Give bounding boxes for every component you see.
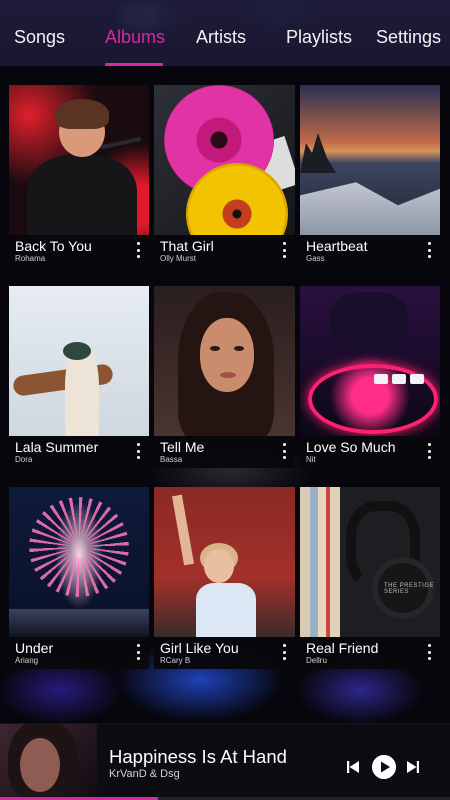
album-card-that-girl[interactable]: That Girl Olly Murst [154, 85, 295, 267]
now-playing-artist: KrVanD & Dsg [109, 768, 180, 780]
album-artist: Rohama [15, 254, 46, 263]
album-title: Lala Summer [15, 439, 99, 455]
album-title: Love So Much [306, 439, 396, 455]
tab-playlists[interactable]: Playlists [286, 26, 352, 48]
tab-songs[interactable]: Songs [14, 26, 65, 48]
more-options-icon[interactable] [277, 644, 291, 660]
album-artist: Olly Murst [160, 254, 196, 263]
tab-albums[interactable]: Albums [105, 26, 165, 48]
album-title: Back To You [15, 238, 92, 254]
more-options-icon[interactable] [422, 443, 436, 459]
album-card-tell-me[interactable]: Tell Me Bassa [154, 286, 295, 468]
headphones-brand-text: THE PRESTIGE SERIES [384, 583, 435, 595]
more-options-icon[interactable] [131, 644, 145, 660]
album-cover [154, 286, 295, 436]
album-title: That Girl [160, 238, 214, 254]
album-title: Under [15, 640, 54, 656]
album-card-back-to-you[interactable]: Back To You Rohama [9, 85, 149, 267]
album-card-heartbeat[interactable]: Heartbeat Gass [300, 85, 440, 267]
album-title: Girl Like You [160, 640, 239, 656]
album-title: Heartbeat [306, 238, 368, 254]
album-card-real-friend[interactable]: THE PRESTIGE SERIES Real Friend Dellru [300, 487, 440, 669]
album-card-lala-summer[interactable]: Lala Summer Dora [9, 286, 149, 468]
album-artist: Ariang [15, 656, 39, 665]
album-title: Real Friend [306, 640, 379, 656]
album-artist: Dora [15, 455, 33, 464]
album-cover [154, 487, 295, 637]
now-playing-title: Happiness Is At Hand [109, 746, 287, 767]
album-cover: THE PRESTIGE SERIES [300, 487, 440, 637]
album-grid: Back To You Rohama That Girl Olly Murst … [9, 85, 441, 669]
album-card-love-so-much[interactable]: Love So Much Nit [300, 286, 440, 468]
more-options-icon[interactable] [422, 242, 436, 258]
top-tab-bar: Songs Albums Artists Playlists Settings [0, 0, 450, 66]
more-options-icon[interactable] [277, 242, 291, 258]
album-card-under[interactable]: Under Ariang [9, 487, 149, 669]
more-options-icon[interactable] [422, 644, 436, 660]
album-cover [154, 85, 295, 235]
album-artist: Gass [306, 254, 325, 263]
album-cover [9, 85, 149, 235]
album-cover [9, 286, 149, 436]
album-cover [300, 85, 440, 235]
now-playing-cover [0, 724, 97, 800]
tab-artists[interactable]: Artists [196, 26, 246, 48]
more-options-icon[interactable] [131, 242, 145, 258]
skip-previous-icon[interactable] [347, 761, 359, 773]
play-icon[interactable] [372, 755, 396, 779]
album-card-girl-like-you[interactable]: Girl Like You RCary B [154, 487, 295, 669]
album-artist: Bassa [160, 455, 183, 464]
more-options-icon[interactable] [277, 443, 291, 459]
album-title: Tell Me [160, 439, 205, 455]
more-options-icon[interactable] [131, 443, 145, 459]
skip-next-icon[interactable] [407, 761, 419, 773]
album-artist: Dellru [306, 656, 327, 665]
tab-settings[interactable]: Settings [376, 26, 441, 48]
album-artist: RCary B [160, 656, 191, 665]
active-tab-indicator [105, 63, 163, 66]
album-cover [300, 286, 440, 436]
album-artist: Nit [306, 455, 316, 464]
album-cover [9, 487, 149, 637]
